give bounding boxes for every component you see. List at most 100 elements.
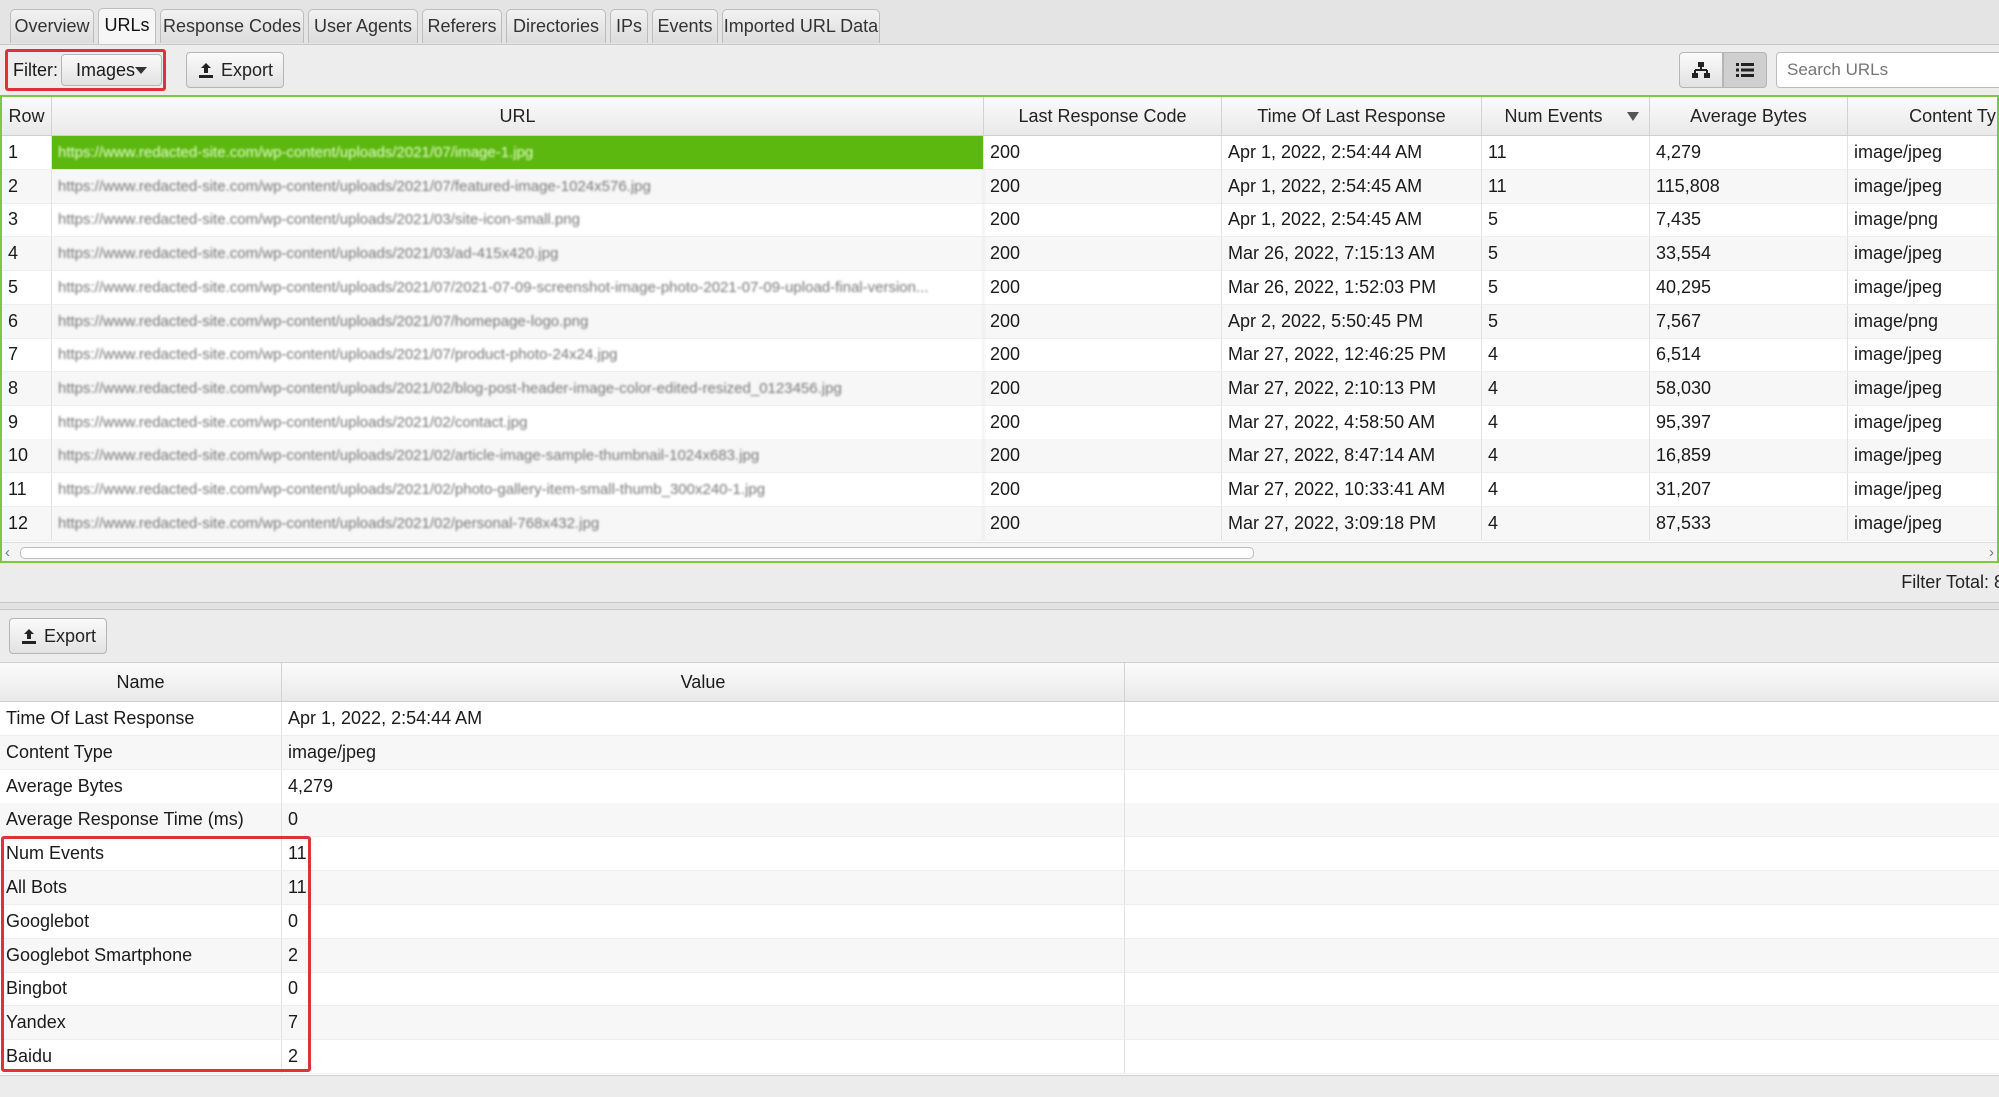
- details-header: Name Value: [0, 663, 1999, 702]
- table-row[interactable]: 4 https://www.redacted-site.com/wp-conten…: [2, 237, 1997, 272]
- tab-imported-url-data[interactable]: Imported URL Data: [722, 9, 880, 43]
- column-header-url[interactable]: URL: [52, 97, 984, 135]
- table-row[interactable]: 7 https://www.redacted-site.com/wp-conten…: [2, 338, 1997, 373]
- detail-value-cell: 11: [282, 837, 1125, 871]
- response-code-cell-text: 200: [990, 344, 1021, 365]
- response-code-cell-text: 200: [990, 276, 1021, 297]
- tab-referers[interactable]: Referers: [422, 9, 502, 43]
- time-cell: Mar 26, 2022, 1:52:03 PM: [1222, 270, 1482, 304]
- table-row[interactable]: 8 https://www.redacted-site.com/wp-conten…: [2, 371, 1997, 406]
- time-cell-text: Mar 27, 2022, 3:09:18 PM: [1228, 512, 1437, 533]
- url-cell-text: https://www.redacted-site.com/wp-content…: [58, 211, 580, 229]
- url-cell-text: https://www.redacted-site.com/wp-content…: [58, 379, 842, 397]
- average-bytes-cell: 4,279: [1650, 136, 1848, 169]
- table-row[interactable]: 6 https://www.redacted-site.com/wp-conten…: [2, 304, 1997, 339]
- time-cell-text: Mar 27, 2022, 8:47:14 AM: [1228, 445, 1436, 466]
- column-header-content-type[interactable]: Content Type: [1848, 97, 1997, 135]
- url-cell: https://www.redacted-site.com/wp-content…: [52, 439, 984, 473]
- tree-view-button[interactable]: [1679, 52, 1723, 88]
- average-bytes-cell: 87,533: [1650, 506, 1848, 540]
- details-row[interactable]: Content Type image/jpeg: [0, 735, 1999, 770]
- detail-value-cell: 0: [282, 972, 1125, 1006]
- response-code-cell: 200: [984, 371, 1222, 405]
- average-bytes-cell: 33,554: [1650, 237, 1848, 271]
- url-cell-text: https://www.redacted-site.com/wp-content…: [58, 144, 534, 161]
- details-export-label: Export: [44, 626, 97, 646]
- table-row[interactable]: 10 https://www.redacted-site.com/wp-conte…: [2, 439, 1997, 474]
- column-header-row[interactable]: Row: [2, 97, 52, 135]
- average-bytes-cell-text: 6,514: [1656, 344, 1702, 365]
- average-bytes-cell-text: 115,808: [1656, 175, 1720, 196]
- response-code-cell: 200: [984, 203, 1222, 237]
- num-events-cell-text: 5: [1488, 310, 1499, 331]
- table-row[interactable]: 1 https://www.redacted-site.com/wp-conten…: [2, 136, 1997, 170]
- tab-bar: Overview URLs Response Codes User Agents…: [0, 0, 1999, 45]
- row-number-cell: 7: [2, 338, 52, 372]
- table-row[interactable]: 9 https://www.redacted-site.com/wp-conten…: [2, 405, 1997, 440]
- table-row[interactable]: 2 https://www.redacted-site.com/wp-conten…: [2, 169, 1997, 204]
- row-number-cell: 12: [2, 506, 52, 540]
- content-type-cell: image/jpeg: [1848, 507, 1997, 540]
- row-number-cell-text: 6: [8, 310, 19, 331]
- num-events-cell: 5: [1482, 237, 1650, 271]
- time-cell: Apr 1, 2022, 2:54:44 AM: [1222, 136, 1482, 169]
- row-number-cell: 1: [2, 136, 52, 169]
- content-type-cell-text: image/png: [1854, 310, 1939, 331]
- split-pane-divider[interactable]: [0, 602, 1999, 610]
- column-header-time-of-last-response[interactable]: Time Of Last Response: [1222, 97, 1482, 135]
- average-bytes-cell: 6,514: [1650, 338, 1848, 372]
- average-bytes-cell-text: 95,397: [1656, 411, 1712, 432]
- url-cell: https://www.redacted-site.com/wp-content…: [52, 371, 984, 405]
- table-row[interactable]: 12 https://www.redacted-site.com/wp-conte…: [2, 506, 1997, 541]
- filter-value: Images: [76, 60, 136, 80]
- detail-name-cell: Average Response Time (ms): [0, 803, 282, 837]
- detail-value-cell: image/jpeg: [282, 735, 1125, 769]
- column-header-value[interactable]: Value: [282, 663, 1125, 701]
- list-view-button[interactable]: [1723, 52, 1767, 88]
- tab-ips[interactable]: IPs: [610, 9, 648, 43]
- response-code-cell: 200: [984, 237, 1222, 271]
- column-header-average-bytes[interactable]: Average Bytes: [1650, 97, 1848, 135]
- url-table: Row URL Last Response Code Time Of Last …: [0, 95, 1999, 563]
- url-cell-text: https://www.redacted-site.com/wp-content…: [58, 312, 589, 330]
- horizontal-scrollbar[interactable]: ‹ ›: [2, 542, 1997, 561]
- num-events-cell-text: 5: [1488, 276, 1499, 297]
- filter-dropdown[interactable]: Images: [61, 54, 162, 86]
- table-row[interactable]: 11 https://www.redacted-site.com/wp-conte…: [2, 473, 1997, 507]
- row-number-cell: 9: [2, 405, 52, 439]
- tab-urls[interactable]: URLs: [98, 8, 156, 44]
- content-type-cell: image/png: [1848, 305, 1997, 338]
- tab-response-codes[interactable]: Response Codes: [160, 9, 304, 43]
- content-type-cell: image/png: [1848, 203, 1997, 236]
- row-number-cell: 6: [2, 304, 52, 338]
- column-header-last-response-code[interactable]: Last Response Code: [984, 97, 1222, 135]
- details-row[interactable]: Average Response Time (ms) 0: [0, 803, 1999, 838]
- column-header-name[interactable]: Name: [0, 663, 282, 701]
- content-type-cell: image/jpeg: [1848, 271, 1997, 304]
- time-cell: Mar 27, 2022, 10:33:41 AM: [1222, 473, 1482, 506]
- content-type-cell: image/jpeg: [1848, 406, 1997, 439]
- chevron-down-icon: [135, 67, 147, 74]
- details-row[interactable]: Time Of Last Response Apr 1, 2022, 2:54:4…: [0, 702, 1999, 736]
- detail-name-cell: Time Of Last Response: [0, 702, 282, 735]
- tab-directories[interactable]: Directories: [506, 9, 606, 43]
- num-events-cell: 11: [1482, 169, 1650, 203]
- export-button[interactable]: Export: [186, 52, 285, 88]
- num-events-cell-text: 4: [1488, 512, 1499, 533]
- scrollbar-thumb[interactable]: [20, 547, 1254, 559]
- tab-events[interactable]: Events: [652, 9, 718, 43]
- tab-overview[interactable]: Overview: [10, 9, 94, 43]
- column-header-num-events[interactable]: Num Events: [1482, 97, 1650, 135]
- scroll-left-icon[interactable]: ‹: [5, 544, 10, 561]
- time-cell-text: Mar 26, 2022, 7:15:13 AM: [1228, 243, 1436, 264]
- details-export-button[interactable]: Export: [9, 618, 108, 654]
- details-row[interactable]: Average Bytes 4,279: [0, 769, 1999, 804]
- tab-user-agents[interactable]: User Agents: [308, 9, 418, 43]
- table-row[interactable]: 5 https://www.redacted-site.com/wp-conten…: [2, 270, 1997, 305]
- time-cell: Mar 27, 2022, 12:46:25 PM: [1222, 338, 1482, 372]
- row-number-cell-text: 1: [8, 142, 19, 162]
- scroll-right-icon[interactable]: ›: [1989, 544, 1994, 561]
- search-input[interactable]: [1776, 52, 1999, 88]
- num-events-cell-text: 4: [1488, 445, 1499, 466]
- table-row[interactable]: 3 https://www.redacted-site.com/wp-conten…: [2, 203, 1997, 238]
